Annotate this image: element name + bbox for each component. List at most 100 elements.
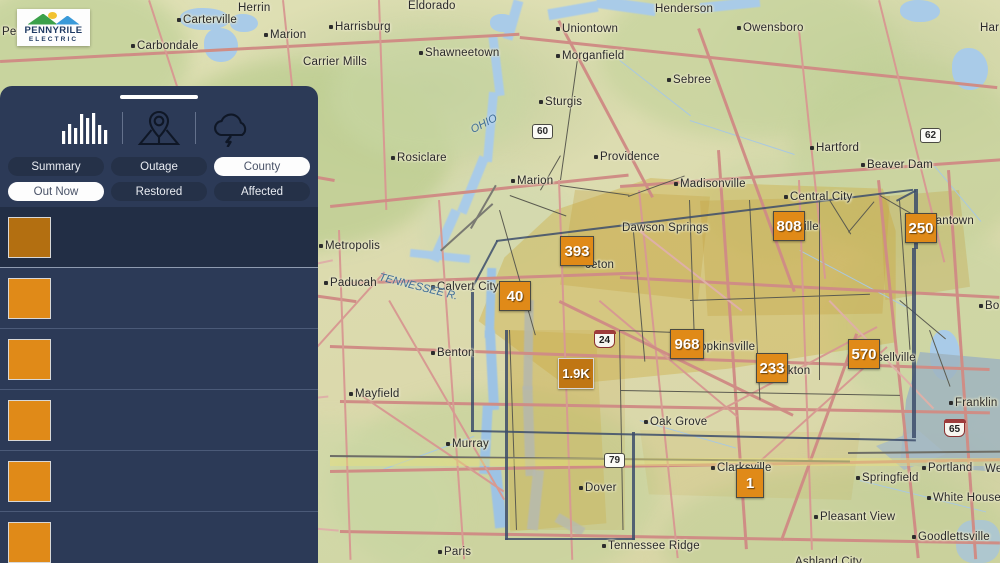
city-label: Shawneetown: [425, 47, 500, 59]
out-count-badge: [8, 460, 51, 502]
table-row[interactable]: [0, 390, 318, 451]
city-label: Sebree: [673, 74, 712, 86]
city-label: Mayfield: [355, 388, 400, 400]
storm-cloud-icon[interactable]: [204, 107, 260, 149]
blue-hill-icon: [55, 15, 80, 25]
county-details: [51, 235, 252, 239]
city-label: Carterville: [183, 14, 237, 26]
city-dot: [556, 27, 560, 31]
outage-marker[interactable]: 808: [773, 211, 805, 241]
restored-block: [252, 542, 308, 543]
panel-drag-handle[interactable]: [120, 95, 198, 99]
city-label: Marion: [270, 29, 307, 41]
city-label: Metropolis: [325, 240, 381, 252]
outage-map-app: 60 62 24 79 65 Perr Herrin Carterville Carb…: [0, 0, 1000, 563]
outage-summary-panel: Summary Outage County Out Now Restored Affec…: [0, 86, 318, 563]
city-label: Sturgis: [545, 96, 583, 108]
county-stats: [55, 360, 248, 361]
city-dot: [644, 420, 648, 424]
out-count-badge: [8, 399, 51, 441]
restored-block: [252, 298, 308, 299]
tab-outage[interactable]: Outage: [111, 157, 207, 176]
tab-restored[interactable]: Restored: [111, 182, 207, 201]
city-label: sellville: [877, 352, 916, 364]
city-label: lkton: [785, 365, 811, 377]
outage-marker[interactable]: 40: [499, 281, 531, 311]
tab-county[interactable]: County: [214, 157, 310, 176]
table-row[interactable]: [0, 451, 318, 512]
city-dot: [814, 515, 818, 519]
outage-marker[interactable]: 233: [756, 353, 788, 383]
city-dot: [329, 25, 333, 29]
city-dot: [446, 442, 450, 446]
logo-name: PENNYRILE: [24, 24, 83, 36]
tab-summary[interactable]: Summary: [8, 157, 104, 176]
bar-chart-icon[interactable]: [58, 107, 114, 149]
city-dot: [810, 146, 814, 150]
outage-marker[interactable]: 1.9K: [558, 358, 594, 389]
county-details: [51, 418, 252, 422]
city-label: Madisonville: [680, 178, 746, 190]
city-label: Uniontown: [562, 23, 619, 35]
city-dot: [856, 476, 860, 480]
city-dot: [431, 351, 435, 355]
city-label: Pleasant View: [820, 511, 896, 523]
city-dot: [419, 51, 423, 55]
city-dot: [594, 155, 598, 159]
county-stats: [55, 299, 248, 300]
city-label: We: [985, 463, 1000, 475]
city-label: Rosiclare: [397, 152, 447, 164]
city-dot: [324, 281, 328, 285]
table-row[interactable]: [0, 207, 318, 268]
outage-marker[interactable]: 393: [560, 236, 594, 266]
outage-marker[interactable]: 1: [736, 468, 764, 498]
city-dot: [602, 544, 606, 548]
table-row[interactable]: [0, 268, 318, 329]
route-shield: 62: [920, 128, 942, 143]
city-dot: [579, 486, 583, 490]
city-dot: [674, 182, 678, 186]
city-label: Paris: [444, 546, 472, 558]
city-label: Dawson Springs: [622, 222, 709, 234]
logo-mark: [27, 11, 80, 25]
panel-icon-row: [0, 105, 318, 151]
tab-affected[interactable]: Affected: [214, 182, 310, 201]
city-dot: [556, 54, 560, 58]
table-row[interactable]: [0, 512, 318, 563]
logo-subtitle: ELECTRIC: [28, 35, 79, 43]
tab-row-primary: Summary Outage County: [8, 157, 310, 176]
pennyrile-electric-logo[interactable]: PENNYRILE ELECTRIC: [17, 9, 90, 46]
restored-block: [252, 481, 308, 482]
city-label: Central City: [790, 191, 853, 203]
city-dot: [667, 78, 671, 82]
city-dot: [737, 26, 741, 30]
outage-marker[interactable]: 968: [670, 329, 704, 359]
outage-marker[interactable]: 250: [905, 213, 937, 243]
county-outage-list[interactable]: [0, 207, 318, 563]
county-stats: [55, 482, 248, 483]
city-label: Har: [980, 22, 1000, 34]
city-dot: [711, 466, 715, 470]
city-dot: [438, 550, 442, 554]
county-stats: [55, 238, 248, 239]
city-dot: [912, 535, 916, 539]
city-label: Carrier Mills: [303, 56, 367, 68]
out-count-badge: [8, 277, 51, 319]
city-label: Franklin: [955, 397, 998, 409]
city-label: Ashland City: [795, 556, 862, 563]
county-details: [51, 540, 252, 544]
table-row[interactable]: [0, 329, 318, 390]
sun-icon: [47, 11, 57, 19]
map-pin-icon[interactable]: [131, 107, 187, 149]
city-label: opkinsville: [700, 341, 756, 353]
icon-divider: [122, 112, 123, 144]
out-count-badge: [8, 338, 51, 380]
tab-out-now[interactable]: Out Now: [8, 182, 104, 201]
city-dot: [861, 163, 865, 167]
county-stats: [55, 421, 248, 422]
city-label: Morganfield: [562, 50, 625, 62]
city-dot: [784, 195, 788, 199]
outage-marker[interactable]: 570: [848, 339, 880, 369]
route-shield: 79: [604, 453, 626, 468]
route-shield: 24: [593, 329, 616, 348]
